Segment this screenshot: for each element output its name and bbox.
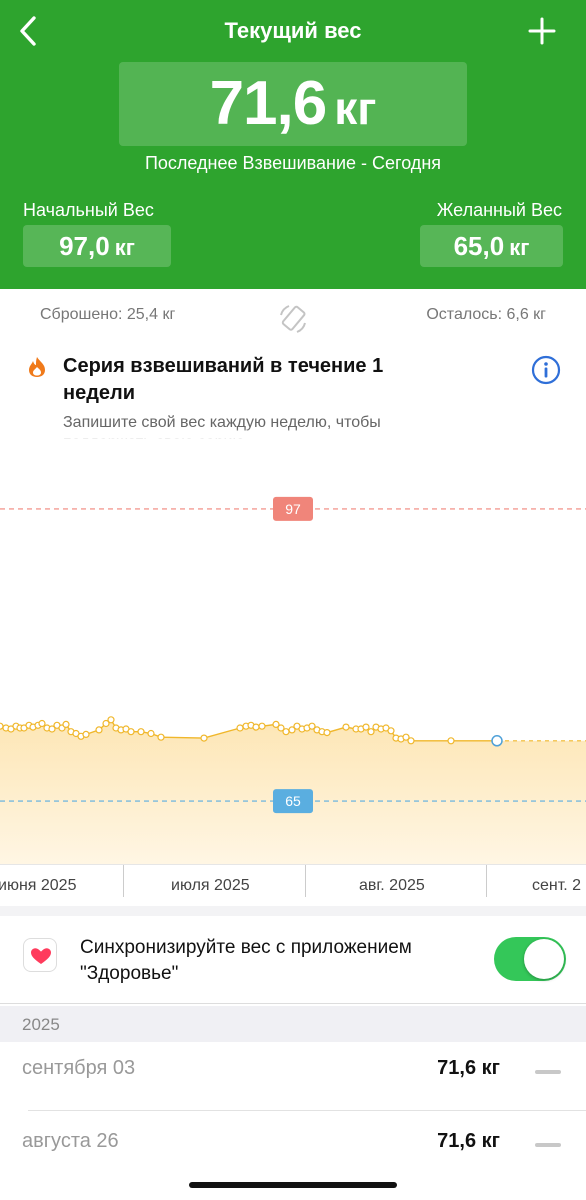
weight-remaining-label: Осталось: 6,6 кг [426,306,546,323]
start-weight-label: Начальный Вес [23,200,154,220]
heart-icon [31,948,51,964]
goal-weight-box[interactable]: 65,0 кг [420,225,563,267]
entry-date: августа 26 [22,1130,119,1152]
info-icon[interactable] [531,355,561,385]
streak-fade [60,428,480,442]
rotate-screen-icon[interactable] [277,303,309,335]
year-label: 2025 [22,1015,60,1034]
axis-divider [123,865,124,897]
data-point [342,723,350,731]
data-point [147,729,155,738]
entry-weight: 71,6 кг [437,1057,500,1079]
data-point [323,729,331,737]
start-weight-label: 97 [285,501,301,517]
axis-divider [486,865,487,897]
data-point [387,727,395,735]
delete-entry-icon[interactable] [535,1070,561,1074]
data-point [38,719,46,728]
axis-tick-september: сент. 2 [532,877,582,894]
year-header [0,1006,586,1042]
axis-tick-june: июня 2025 [0,877,77,894]
data-point [282,728,290,736]
data-point [252,723,260,731]
axis-divider [305,865,306,897]
goal-weight-label: Желанный Вес [436,200,562,220]
list-divider [28,1110,586,1111]
data-point [362,723,370,731]
data-point [95,726,103,734]
data-point [62,720,70,728]
data-point [367,728,375,736]
data-point [127,728,135,736]
data-point [157,733,165,741]
current-weight-unit: кг [334,82,377,134]
weight-lost-label: Сброшено: 25,4 кг [40,306,176,323]
last-weighing-label: Последнее Взвешивание - Сегодня [144,153,441,173]
start-weight-box[interactable]: 97,0 кг [23,225,171,267]
health-sync-toggle[interactable] [494,937,566,981]
latest-data-point [491,735,503,747]
current-weight-value: 71,6 [209,69,328,138]
data-point [258,722,266,730]
chart-axis [0,864,586,908]
data-point [236,724,244,732]
goal-weight-label: 65 [285,793,301,809]
home-indicator [189,1182,397,1188]
data-point [447,737,455,745]
flame-icon [29,357,45,377]
health-sync-label: Синхронизируйте вес с приложением "Здоро… [80,937,412,984]
data-point [200,734,208,742]
delete-entry-icon[interactable] [535,1143,561,1147]
entry-weight: 71,6 кг [437,1130,500,1152]
current-weight-box: 71,6 кг [119,62,467,146]
page-title: Текущий вес [224,18,362,43]
data-point [407,737,415,745]
health-app-icon [23,938,57,972]
streak-title: Серия взвешиваний в течение 1 недели [63,355,384,404]
toggle-knob [524,939,564,979]
weight-chart[interactable]: 97 65 [0,445,586,865]
entry-date: сентября 03 [22,1057,136,1079]
axis-tick-august: авг. 2025 [359,877,425,894]
plus-icon[interactable] [528,17,556,45]
data-point [82,730,90,738]
section-separator [0,906,586,916]
goal-weight-unit: кг [509,235,530,260]
header: Текущий вес 71,6 кг Последнее Взвешивание… [0,0,586,289]
data-point [137,728,145,736]
start-weight-unit: кг [114,235,135,260]
goal-weight-value: 65,0 [453,231,505,261]
axis-tick-july: июля 2025 [171,877,250,894]
start-weight-value: 97,0 [59,231,110,261]
data-point [107,716,115,724]
